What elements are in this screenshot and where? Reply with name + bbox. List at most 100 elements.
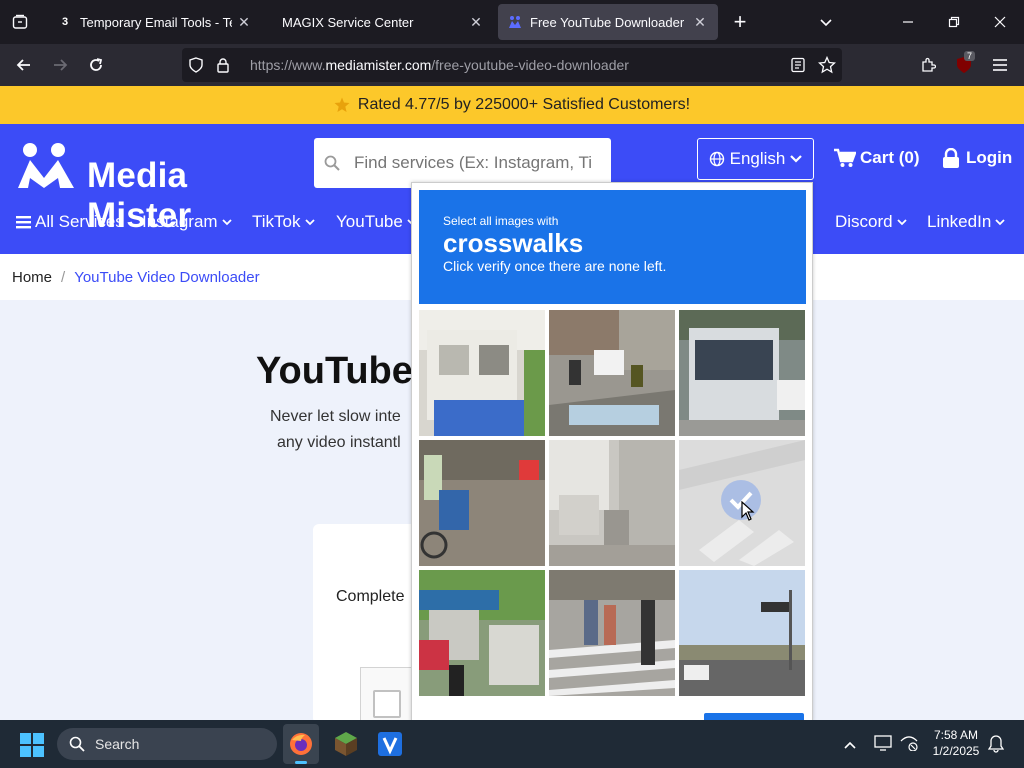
new-tab-icon[interactable]: +: [724, 6, 756, 38]
logo-icon: [16, 142, 76, 195]
logo[interactable]: Media Mister: [16, 142, 296, 235]
tab-title: Free YouTube Downloader | Do: [530, 14, 688, 30]
menu-instagram[interactable]: Instagram: [142, 212, 232, 232]
cart-icon: [834, 148, 856, 168]
tab-magix[interactable]: MAGIX Service Center ✕: [272, 4, 494, 40]
extensions-icon[interactable]: [912, 49, 944, 81]
hero-subtitle-line-2: any video instantl: [277, 434, 401, 451]
breadcrumb-separator: /: [61, 268, 66, 286]
mediamister-favicon: [508, 15, 522, 29]
captcha-tile-4[interactable]: [419, 440, 545, 566]
close-window-icon[interactable]: [984, 6, 1016, 38]
firefox-icon[interactable]: [283, 724, 319, 764]
shield-icon[interactable]: [188, 57, 206, 73]
captcha-tile-2[interactable]: [549, 310, 675, 436]
tab-title: Temporary Email Tools - Tempo: [80, 14, 232, 30]
menu-youtube[interactable]: YouTube: [336, 212, 417, 232]
captcha-tile-3[interactable]: [679, 310, 805, 436]
url-path: /free-youtube-video-downloader: [431, 57, 629, 73]
tab-temp-email[interactable]: 3 Temporary Email Tools - Tempo ✕: [48, 4, 262, 40]
chevron-down-icon: [221, 218, 232, 226]
captcha-tile-5[interactable]: [549, 440, 675, 566]
captcha-tile-1[interactable]: [419, 310, 545, 436]
menu-label: YouTube: [336, 212, 403, 231]
card-text: Complete: [336, 588, 405, 605]
url-prefix: https://www.: [250, 57, 326, 73]
tray-chevron-up-icon[interactable]: [843, 737, 857, 755]
captcha-instruction: Select all images with: [443, 214, 559, 228]
bookmark-star-icon[interactable]: [817, 55, 837, 77]
network-disconnected-icon[interactable]: [900, 735, 918, 756]
hero-subtitle-line-1: Never let slow inte: [270, 408, 401, 425]
captcha-tile-8[interactable]: [549, 570, 675, 696]
menu-linkedin[interactable]: LinkedIn: [927, 212, 1005, 232]
cart-link[interactable]: Cart (0): [834, 148, 920, 168]
minimize-icon[interactable]: [892, 6, 924, 38]
mouse-cursor-icon: [741, 500, 755, 526]
language-dropdown[interactable]: English: [697, 138, 814, 180]
taskbar: Search 7:58 AM 1/2/2025: [0, 720, 1024, 768]
browser-nav-bar: https://www.mediamister.com/free-youtube…: [0, 44, 1024, 86]
captcha-header: Select all images with crosswalks Click …: [419, 190, 806, 304]
breadcrumb-home[interactable]: Home: [12, 269, 52, 286]
chevron-down-icon: [995, 218, 1005, 226]
hamburger-menu-icon[interactable]: [984, 49, 1016, 81]
address-bar[interactable]: https://www.mediamister.com/free-youtube…: [182, 48, 842, 82]
clock-time: 7:58 AM: [933, 728, 979, 742]
language-label: English: [729, 149, 786, 168]
captcha-tile-9[interactable]: [679, 570, 805, 696]
lock-icon: [942, 148, 960, 168]
notification-bell-icon[interactable]: [987, 735, 1005, 758]
display-icon[interactable]: [874, 735, 892, 756]
clock[interactable]: 7:58 AM 1/2/2025: [928, 727, 984, 759]
chevron-down-icon: [790, 154, 803, 164]
login-link[interactable]: Login: [942, 148, 1012, 168]
app-v-icon[interactable]: [374, 728, 406, 760]
cart-label: Cart (0): [860, 148, 920, 167]
menu-label: Instagram: [142, 212, 218, 231]
extension-badge: 7: [964, 51, 976, 61]
menu-tiktok[interactable]: TikTok: [252, 212, 315, 232]
rating-text: Rated 4.77/5 by 225000+ Satisfied Custom…: [357, 96, 691, 113]
star-icon: [334, 97, 350, 113]
close-icon[interactable]: ✕: [236, 14, 252, 30]
reload-icon[interactable]: [80, 49, 112, 81]
url-host: mediamister.com: [325, 57, 432, 73]
search-input[interactable]: [354, 153, 594, 173]
menu-label: All Services: [35, 212, 124, 231]
ublock-icon[interactable]: 7: [948, 49, 980, 81]
minecraft-icon[interactable]: [330, 728, 362, 760]
rating-banner: Rated 4.77/5 by 225000+ Satisfied Custom…: [0, 86, 1024, 124]
page-title: YouTube: [256, 350, 413, 392]
breadcrumb-current[interactable]: YouTube Video Downloader: [74, 269, 259, 286]
captcha-tile-7[interactable]: [419, 570, 545, 696]
windows-start-icon[interactable]: [20, 733, 44, 757]
service-search[interactable]: [314, 138, 611, 188]
login-label: Login: [966, 148, 1013, 167]
chevron-down-icon: [304, 218, 315, 226]
back-icon[interactable]: [8, 49, 40, 81]
tab-overview-icon[interactable]: [4, 6, 36, 38]
lock-icon[interactable]: [216, 57, 234, 73]
search-icon: [69, 736, 85, 752]
close-icon[interactable]: ✕: [468, 14, 484, 30]
recaptcha-checkbox[interactable]: [373, 690, 401, 718]
captcha-challenge: Select all images with crosswalks Click …: [411, 182, 813, 723]
close-icon[interactable]: ✕: [692, 14, 708, 30]
captcha-target: crosswalks: [443, 228, 584, 258]
menu-discord[interactable]: Discord: [835, 212, 907, 232]
chevron-down-icon[interactable]: [810, 6, 842, 38]
tab-mediamister[interactable]: Free YouTube Downloader | Do ✕: [498, 4, 718, 40]
menu-label: TikTok: [252, 212, 301, 231]
captcha-hint: Click verify once there are none left.: [443, 258, 667, 274]
browser-tab-strip: 3 Temporary Email Tools - Tempo ✕ MAGIX …: [0, 0, 1024, 44]
restore-icon[interactable]: [938, 6, 970, 38]
tab-title: MAGIX Service Center: [282, 14, 414, 30]
forward-icon[interactable]: [44, 49, 76, 81]
clock-date: 1/2/2025: [932, 744, 980, 758]
reader-view-icon[interactable]: [790, 57, 806, 76]
taskbar-search[interactable]: Search: [57, 728, 277, 760]
menu-all-services[interactable]: All Services: [16, 212, 124, 232]
menu-label: Discord: [835, 212, 893, 231]
hamburger-icon: [16, 215, 31, 229]
